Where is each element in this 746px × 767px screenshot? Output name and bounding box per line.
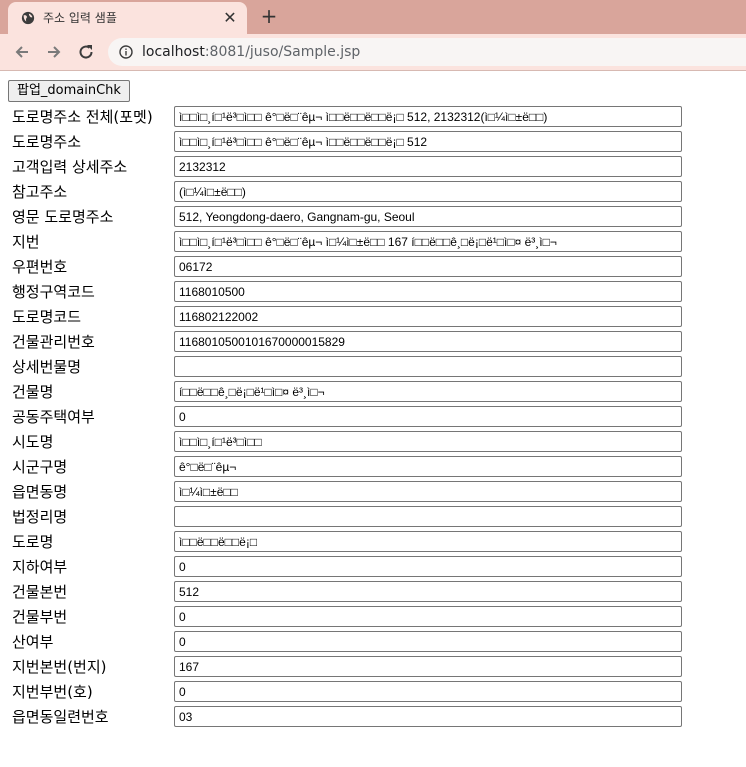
field-label: 영문 도로명주소 bbox=[12, 208, 114, 226]
field-input[interactable] bbox=[174, 156, 682, 177]
field-label: 건물부번 bbox=[12, 608, 68, 626]
field-label: 도로명주소 전체(포멧) bbox=[12, 108, 153, 126]
tab-title: 주소 입력 샘플 bbox=[43, 11, 117, 25]
field-label: 읍면동명 bbox=[12, 483, 68, 501]
field-input[interactable] bbox=[174, 306, 682, 327]
field-label: 고객입력 상세주소 bbox=[12, 158, 128, 176]
form-row: 참고주소 bbox=[0, 180, 746, 205]
field-input[interactable] bbox=[174, 181, 682, 202]
field-input[interactable] bbox=[174, 356, 682, 377]
field-label: 건물명 bbox=[12, 383, 54, 401]
field-label: 참고주소 bbox=[12, 183, 68, 201]
reload-icon[interactable] bbox=[76, 42, 96, 62]
form-row: 행정구역코드 bbox=[0, 280, 746, 305]
field-input[interactable] bbox=[174, 331, 682, 352]
field-label: 상세번물명 bbox=[12, 358, 82, 376]
info-icon[interactable] bbox=[119, 45, 133, 59]
form-row: 도로명 bbox=[0, 530, 746, 555]
field-input[interactable] bbox=[174, 131, 682, 152]
field-input[interactable] bbox=[174, 481, 682, 502]
browser-tab-strip: 주소 입력 샘플 ✕ + bbox=[0, 0, 746, 34]
form-row: 산여부 bbox=[0, 630, 746, 655]
url-path: :8081/juso/Sample.jsp bbox=[204, 44, 361, 60]
field-label: 지하여부 bbox=[12, 558, 68, 576]
field-input[interactable] bbox=[174, 706, 682, 727]
field-label: 공동주택여부 bbox=[12, 408, 95, 426]
form-row: 지번 bbox=[0, 230, 746, 255]
form-row: 지하여부 bbox=[0, 555, 746, 580]
field-input[interactable] bbox=[174, 431, 682, 452]
form-row: 건물명 bbox=[0, 380, 746, 405]
field-input[interactable] bbox=[174, 281, 682, 302]
field-label: 도로명 bbox=[12, 533, 54, 551]
new-tab-button[interactable]: + bbox=[258, 5, 280, 27]
field-label: 지번부번(호) bbox=[12, 683, 93, 701]
field-label: 시군구명 bbox=[12, 458, 68, 476]
field-input[interactable] bbox=[174, 656, 682, 677]
form-row: 건물관리번호 bbox=[0, 330, 746, 355]
field-input[interactable] bbox=[174, 456, 682, 477]
field-input[interactable] bbox=[174, 381, 682, 402]
forward-arrow-icon[interactable] bbox=[44, 42, 64, 62]
field-label: 도로명주소 bbox=[12, 133, 82, 151]
field-label: 지번 bbox=[12, 233, 40, 251]
form-row: 상세번물명 bbox=[0, 355, 746, 380]
form-row: 고객입력 상세주소 bbox=[0, 155, 746, 180]
form-row: 읍면동명 bbox=[0, 480, 746, 505]
form-row: 도로명코드 bbox=[0, 305, 746, 330]
field-input[interactable] bbox=[174, 231, 682, 252]
form-row: 건물본번 bbox=[0, 580, 746, 605]
url-text[interactable]: localhost:8081/juso/Sample.jsp bbox=[142, 44, 360, 60]
form-row: 지번본번(번지) bbox=[0, 655, 746, 680]
browser-toolbar: localhost:8081/juso/Sample.jsp bbox=[0, 34, 746, 71]
field-input[interactable] bbox=[174, 581, 682, 602]
close-icon[interactable]: ✕ bbox=[222, 10, 238, 26]
field-input[interactable] bbox=[174, 531, 682, 552]
form-row: 시군구명 bbox=[0, 455, 746, 480]
field-label: 건물본번 bbox=[12, 583, 68, 601]
field-input[interactable] bbox=[174, 556, 682, 577]
form-row: 도로명주소 bbox=[0, 130, 746, 155]
field-label: 행정구역코드 bbox=[12, 283, 95, 301]
field-label: 시도명 bbox=[12, 433, 54, 451]
field-label: 건물관리번호 bbox=[12, 333, 95, 351]
field-input[interactable] bbox=[174, 506, 682, 527]
back-arrow-icon[interactable] bbox=[12, 42, 32, 62]
globe-icon bbox=[21, 11, 35, 25]
field-input[interactable] bbox=[174, 106, 682, 127]
field-input[interactable] bbox=[174, 206, 682, 227]
address-bar[interactable]: localhost:8081/juso/Sample.jsp bbox=[108, 38, 746, 66]
field-input[interactable] bbox=[174, 606, 682, 627]
form-row: 지번부번(호) bbox=[0, 680, 746, 705]
url-host: localhost bbox=[142, 44, 205, 60]
page-content: 팝업_domainChk 도로명주소 전체(포멧) 도로명주소고객입력 상세주소참… bbox=[0, 71, 746, 767]
form-row: 읍면동일련번호 bbox=[0, 705, 746, 730]
form-row: 시도명 bbox=[0, 430, 746, 455]
form-row: 공동주택여부 bbox=[0, 405, 746, 430]
field-input[interactable] bbox=[174, 256, 682, 277]
form-row: 우편번호 bbox=[0, 255, 746, 280]
field-label: 우편번호 bbox=[12, 258, 68, 276]
field-label: 지번본번(번지) bbox=[12, 658, 107, 676]
field-label: 읍면동일련번호 bbox=[12, 708, 109, 726]
field-input[interactable] bbox=[174, 406, 682, 427]
form-row: 법정리명 bbox=[0, 505, 746, 530]
browser-tab[interactable]: 주소 입력 샘플 ✕ bbox=[8, 2, 247, 34]
form-row: 건물부번 bbox=[0, 605, 746, 630]
form-row: 도로명주소 전체(포멧) bbox=[0, 105, 746, 130]
field-label: 산여부 bbox=[12, 633, 54, 651]
field-label: 도로명코드 bbox=[12, 308, 82, 326]
popup-domain-check-button[interactable]: 팝업_domainChk bbox=[8, 80, 130, 102]
form-row: 영문 도로명주소 bbox=[0, 205, 746, 230]
field-label: 법정리명 bbox=[12, 508, 68, 526]
field-input[interactable] bbox=[174, 631, 682, 652]
field-input[interactable] bbox=[174, 681, 682, 702]
